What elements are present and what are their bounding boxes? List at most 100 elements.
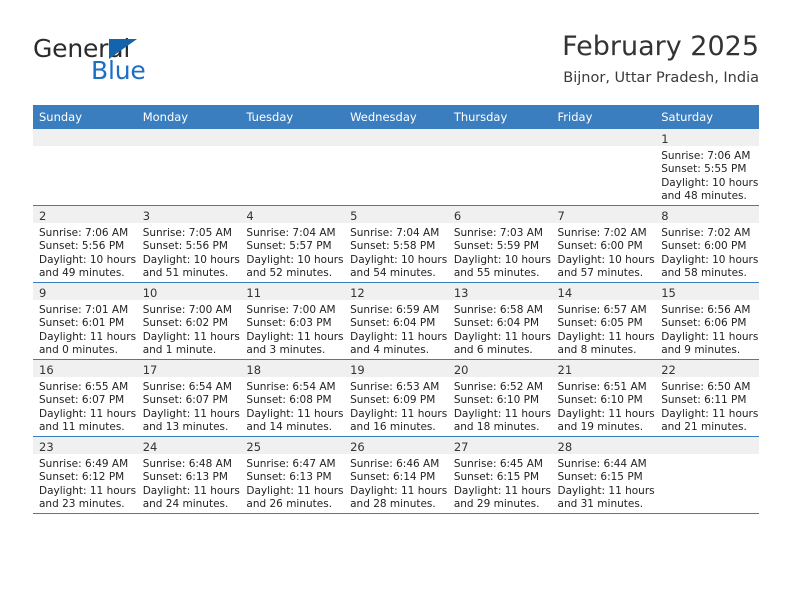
day-number-band [136, 129, 241, 146]
calendar-day-cell[interactable]: 13 Sunrise: 6:58 AM Sunset: 6:04 PM Dayligh… [447, 282, 552, 360]
day-number-band [240, 129, 345, 146]
day-number-band: 13 [447, 283, 552, 300]
daylight-text-line2: and 26 minutes. [246, 498, 333, 511]
calendar-week-row: 16 Sunrise: 6:55 AM Sunset: 6:07 PM Dayligh… [33, 359, 759, 437]
sunrise-text: Sunrise: 6:45 AM [453, 458, 543, 470]
sunrise-text: Sunrise: 7:05 AM [142, 227, 232, 239]
calendar-day-cell[interactable]: 20 Sunrise: 6:52 AM Sunset: 6:10 PM Dayligh… [447, 359, 552, 437]
calendar-day-cell[interactable]: 12 Sunrise: 6:59 AM Sunset: 6:04 PM Dayligh… [344, 282, 448, 360]
daylight-text-line2: and 29 minutes. [453, 498, 540, 511]
day-number: 9 [39, 286, 47, 300]
calendar-day-cell[interactable]: 5 Sunrise: 7:04 AM Sunset: 5:58 PM Daylight… [344, 205, 448, 283]
daylight-text-line2: and 0 minutes. [39, 344, 118, 357]
calendar-header-row: Sunday Monday Tuesday Wednesday Thursday… [33, 105, 759, 129]
day-number: 26 [350, 440, 365, 454]
calendar-day-cell[interactable]: 9 Sunrise: 7:01 AM Sunset: 6:01 PM Daylight… [33, 282, 137, 360]
daylight-text-line1: Daylight: 10 hours [661, 253, 759, 266]
calendar-day-cell[interactable]: 2 Sunrise: 7:06 AM Sunset: 5:56 PM Daylight… [33, 205, 137, 283]
sunrise-text: Sunrise: 6:49 AM [39, 458, 129, 470]
daylight-text-line2: and 1 minute. [142, 344, 217, 357]
day-number-band: 28 [551, 437, 656, 454]
calendar-day-cell[interactable]: 26 Sunrise: 6:46 AM Sunset: 6:14 PM Dayligh… [344, 436, 448, 514]
daylight-text-line1: Daylight: 10 hours [453, 253, 551, 266]
daylight-text-line1: Daylight: 11 hours [453, 330, 551, 343]
calendar-day-cell[interactable]: 18 Sunrise: 6:54 AM Sunset: 6:08 PM Dayligh… [240, 359, 345, 437]
daylight-text-line1: Daylight: 11 hours [557, 330, 655, 343]
day-number: 3 [142, 209, 151, 223]
calendar-day-cell[interactable]: 10 Sunrise: 7:00 AM Sunset: 6:02 PM Dayligh… [136, 282, 241, 360]
day-number: 25 [246, 440, 262, 454]
daylight-text-line1: Daylight: 11 hours [453, 484, 551, 497]
day-details: Sunrise: 6:55 AM Sunset: 6:07 PM Daylight:… [33, 377, 137, 435]
weekday-header-sunday: Sunday [33, 105, 137, 129]
sunset-text: Sunset: 6:10 PM [557, 394, 643, 407]
calendar-day-cell[interactable]: 28 Sunrise: 6:44 AM Sunset: 6:15 PM Dayligh… [551, 436, 656, 514]
title-block: February 2025 Bijnor, Uttar Pradesh, Ind… [562, 30, 759, 89]
sunrise-text: Sunrise: 7:06 AM [39, 227, 129, 239]
calendar-cell-empty [655, 436, 759, 514]
day-details: Sunrise: 7:04 AM Sunset: 5:58 PM Daylight:… [344, 223, 448, 281]
calendar-day-cell[interactable]: 3 Sunrise: 7:05 AM Sunset: 5:56 PM Daylight… [136, 205, 241, 283]
day-details: Sunrise: 7:02 AM Sunset: 6:00 PM Daylight:… [655, 223, 759, 281]
calendar-grid: Sunday Monday Tuesday Wednesday Thursday… [33, 105, 759, 514]
calendar-day-cell[interactable]: 11 Sunrise: 7:00 AM Sunset: 6:03 PM Dayligh… [240, 282, 345, 360]
calendar-day-cell[interactable]: 7 Sunrise: 7:02 AM Sunset: 6:00 PM Daylight… [551, 205, 656, 283]
daylight-text-line2: and 49 minutes. [39, 267, 125, 280]
calendar-day-cell[interactable]: 25 Sunrise: 6:47 AM Sunset: 6:13 PM Dayligh… [240, 436, 345, 514]
calendar-cell-empty [33, 129, 137, 206]
daylight-text-line1: Daylight: 10 hours [557, 253, 655, 266]
daylight-text-line2: and 14 minutes. [246, 421, 333, 434]
calendar-day-cell[interactable]: 1 Sunrise: 7:06 AM Sunset: 5:55 PM Daylight… [655, 129, 759, 206]
page-header: General Blue February 2025 Bijnor, Uttar… [33, 30, 759, 98]
daylight-text-line1: Daylight: 10 hours [350, 253, 448, 266]
daylight-text-line1: Daylight: 11 hours [246, 484, 344, 497]
sunset-text: Sunset: 6:13 PM [246, 471, 332, 484]
calendar-day-cell[interactable]: 6 Sunrise: 7:03 AM Sunset: 5:59 PM Daylight… [447, 205, 552, 283]
calendar-day-cell[interactable]: 22 Sunrise: 6:50 AM Sunset: 6:11 PM Dayligh… [655, 359, 759, 437]
calendar-day-cell[interactable]: 24 Sunrise: 6:48 AM Sunset: 6:13 PM Dayligh… [136, 436, 241, 514]
calendar-day-cell[interactable]: 21 Sunrise: 6:51 AM Sunset: 6:10 PM Dayligh… [551, 359, 656, 437]
daylight-text-line1: Daylight: 10 hours [661, 176, 759, 189]
sunrise-text: Sunrise: 7:04 AM [350, 227, 440, 239]
calendar-day-cell[interactable]: 16 Sunrise: 6:55 AM Sunset: 6:07 PM Dayligh… [33, 359, 137, 437]
daylight-text-line1: Daylight: 11 hours [350, 484, 448, 497]
daylight-text-line2: and 31 minutes. [557, 498, 644, 511]
sunset-text: Sunset: 6:07 PM [39, 394, 125, 407]
day-number: 21 [557, 363, 573, 377]
daylight-text-line2: and 11 minutes. [39, 421, 125, 434]
sunset-text: Sunset: 6:04 PM [350, 317, 436, 330]
calendar-day-cell[interactable]: 14 Sunrise: 6:57 AM Sunset: 6:05 PM Dayligh… [551, 282, 656, 360]
sunset-text: Sunset: 6:05 PM [557, 317, 643, 330]
daylight-text-line2: and 55 minutes. [453, 267, 540, 280]
sunrise-text: Sunrise: 7:02 AM [557, 227, 647, 239]
daylight-text-line1: Daylight: 11 hours [350, 407, 448, 420]
day-number-band: 3 [136, 206, 241, 223]
calendar-cell-empty [136, 129, 241, 206]
calendar-day-cell[interactable]: 17 Sunrise: 6:54 AM Sunset: 6:07 PM Dayligh… [136, 359, 241, 437]
day-number: 5 [350, 209, 358, 223]
daylight-text-line2: and 48 minutes. [661, 190, 747, 203]
day-number-band: 2 [33, 206, 137, 223]
day-number-band: 16 [33, 360, 137, 377]
day-number-band: 12 [344, 283, 448, 300]
day-number-band: 17 [136, 360, 241, 377]
calendar-day-cell[interactable]: 23 Sunrise: 6:49 AM Sunset: 6:12 PM Dayligh… [33, 436, 137, 514]
day-number: 13 [453, 286, 469, 300]
calendar-day-cell[interactable]: 4 Sunrise: 7:04 AM Sunset: 5:57 PM Daylight… [240, 205, 345, 283]
calendar-day-cell[interactable]: 19 Sunrise: 6:53 AM Sunset: 6:09 PM Dayligh… [344, 359, 448, 437]
calendar-day-cell[interactable]: 8 Sunrise: 7:02 AM Sunset: 6:00 PM Daylight… [655, 205, 759, 283]
sunrise-text: Sunrise: 7:00 AM [246, 304, 336, 316]
sunrise-text: Sunrise: 6:59 AM [350, 304, 440, 316]
sunset-text: Sunset: 6:15 PM [453, 471, 540, 484]
sunset-text: Sunset: 6:00 PM [661, 240, 747, 253]
daylight-text-line2: and 18 minutes. [453, 421, 540, 434]
sunset-text: Sunset: 5:57 PM [246, 240, 332, 253]
day-number: 23 [39, 440, 54, 454]
day-details: Sunrise: 6:58 AM Sunset: 6:04 PM Daylight:… [448, 300, 552, 358]
calendar-day-cell[interactable]: 27 Sunrise: 6:45 AM Sunset: 6:15 PM Dayligh… [447, 436, 552, 514]
calendar-day-cell[interactable]: 15 Sunrise: 6:56 AM Sunset: 6:06 PM Dayligh… [655, 282, 759, 360]
daylight-text-line1: Daylight: 10 hours [246, 253, 344, 266]
sunset-text: Sunset: 5:55 PM [661, 163, 747, 176]
day-details: Sunrise: 6:49 AM Sunset: 6:12 PM Daylight:… [33, 454, 137, 512]
day-number: 19 [350, 363, 365, 377]
